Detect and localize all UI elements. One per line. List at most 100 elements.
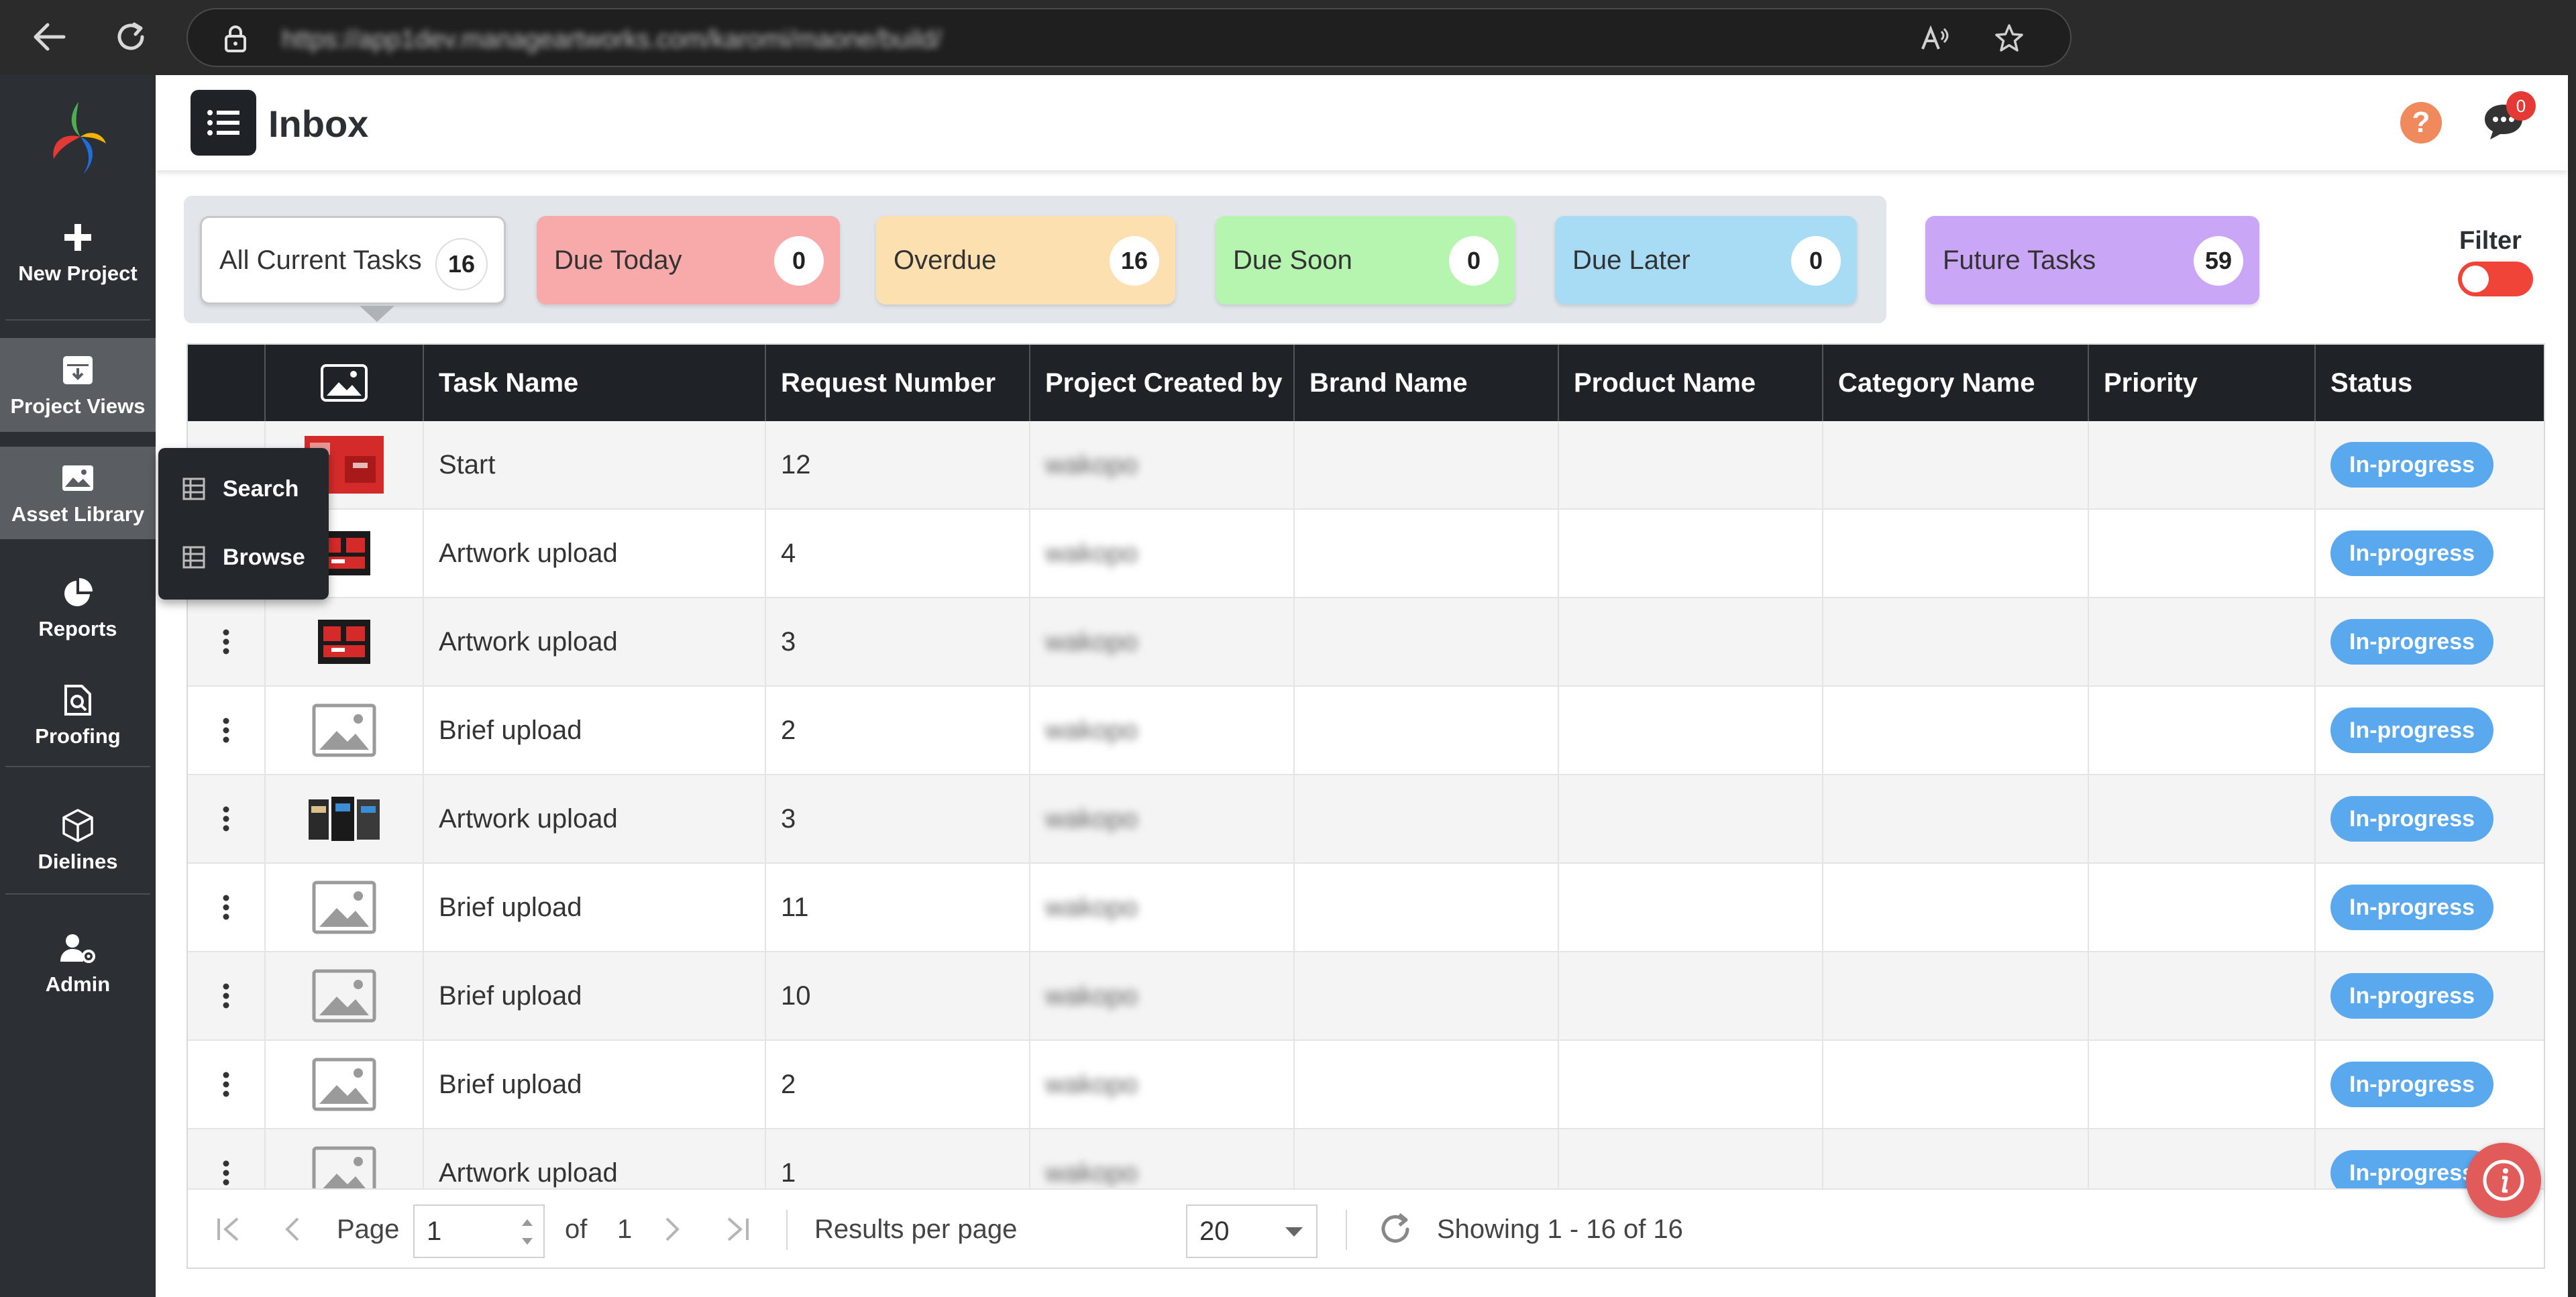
cell-priority [2089, 1041, 2316, 1128]
pagination-bar: Page 1 of 1 Results per page 20 Showing … [188, 1188, 2544, 1267]
last-page-icon[interactable] [722, 1190, 751, 1267]
reload-icon[interactable] [107, 13, 154, 60]
filter-toggle[interactable] [2458, 262, 2533, 296]
cell-category-name [1823, 510, 2089, 597]
sidebar-divider [5, 766, 150, 767]
tab-due-soon[interactable]: Due Soon 0 [1216, 216, 1515, 304]
flyout-item-browse[interactable]: Browse [158, 527, 329, 587]
sidebar-item-dielines[interactable]: Dielines [0, 790, 156, 891]
status-badge[interactable]: In-progress [2330, 619, 2494, 665]
sidebar-item-asset-library[interactable]: Asset Library [0, 447, 156, 539]
status-badge[interactable]: In-progress [2330, 1062, 2494, 1107]
cell-priority [2089, 510, 2316, 597]
star-favorite-icon[interactable] [1992, 21, 2026, 55]
tab-future-tasks[interactable]: Future Tasks 59 [1925, 216, 2259, 304]
header-status[interactable]: Status [2316, 345, 2544, 421]
row-menu-kebab-icon[interactable] [188, 775, 266, 862]
header-category-name[interactable]: Category Name [1823, 345, 2089, 421]
results-per-page-value: 20 [1199, 1216, 1230, 1246]
status-badge[interactable]: In-progress [2330, 530, 2494, 576]
cell-project-created-by-text: wakopo [1045, 892, 1138, 922]
cell-category-name [1823, 864, 2089, 951]
menu-toggle-button[interactable] [191, 90, 256, 156]
table-row[interactable]: Artwork upload 3 wakopo In-progress [188, 598, 2544, 687]
cell-project-created-by: wakopo [1030, 1041, 1295, 1128]
back-arrow-icon[interactable] [25, 13, 72, 60]
table-row[interactable]: Brief upload 10 wakopo In-progress [188, 952, 2544, 1041]
table-row[interactable]: Brief upload 11 wakopo In-progress [188, 864, 2544, 952]
main-content: Inbox ? 0 All Current Tasks 16 Due Today… [156, 75, 2568, 1297]
sidebar-item-label: Admin [45, 972, 111, 996]
status-badge[interactable]: In-progress [2330, 796, 2494, 842]
table-row[interactable]: Artwork upload 3 wakopo In-progress [188, 775, 2544, 864]
header-product-name[interactable]: Product Name [1559, 345, 1823, 421]
sidebar-item-admin[interactable]: Admin [0, 916, 156, 1010]
results-per-page-select[interactable]: 20 [1186, 1204, 1318, 1258]
image-placeholder-icon[interactable] [266, 687, 424, 774]
tab-due-today[interactable]: Due Today 0 [537, 216, 840, 304]
info-button[interactable] [2466, 1143, 2541, 1218]
header-project-created-by[interactable]: Project Created by [1030, 345, 1295, 421]
read-aloud-icon[interactable] [1919, 21, 1952, 55]
sidebar-item-label: Asset Library [11, 502, 145, 526]
row-menu-kebab-icon[interactable] [188, 598, 266, 685]
header-priority[interactable]: Priority [2089, 345, 2316, 421]
cell-request-number: 2 [766, 687, 1030, 774]
address-bar[interactable]: https://app1dev.manageartworks.com/karom… [186, 8, 2072, 67]
artwork-thumbnail[interactable] [266, 775, 424, 862]
cell-request-number-text: 3 [781, 626, 796, 657]
sidebar-item-new-project[interactable]: New Project [0, 219, 156, 306]
flyout-item-search[interactable]: Search [158, 459, 329, 519]
refresh-icon[interactable] [1378, 1190, 1413, 1267]
header-request-number[interactable]: Request Number [766, 345, 1030, 421]
cell-request-number: 12 [766, 421, 1030, 508]
header-brand-name[interactable]: Brand Name [1295, 345, 1559, 421]
table-row[interactable]: Artwork upload 4 wakopo In-progress [188, 510, 2544, 598]
sidebar-item-label: Reports [38, 617, 117, 640]
tab-label: Due Later [1572, 245, 1690, 275]
table-row[interactable]: Brief upload 2 wakopo In-progress [188, 1041, 2544, 1129]
table-row[interactable]: Brief upload 2 wakopo In-progress [188, 687, 2544, 775]
tab-due-later[interactable]: Due Later 0 [1555, 216, 1857, 304]
help-button[interactable]: ? [2400, 102, 2442, 144]
task-filter-tabs: All Current Tasks 16 Due Today 0 Overdue… [184, 196, 1886, 323]
cell-product-name [1559, 864, 1823, 951]
row-menu-kebab-icon[interactable] [188, 952, 266, 1039]
tab-label: All Current Tasks [219, 245, 422, 275]
sidebar-item-reports[interactable]: Reports [0, 561, 156, 655]
cell-status: In-progress [2316, 598, 2544, 685]
tab-overdue[interactable]: Overdue 16 [876, 216, 1175, 304]
status-badge[interactable]: In-progress [2330, 708, 2494, 753]
status-badge[interactable]: In-progress [2330, 885, 2494, 930]
artwork-thumbnail[interactable] [266, 598, 424, 685]
cell-project-created-by-text: wakopo [1045, 803, 1138, 834]
status-badge[interactable]: In-progress [2330, 973, 2494, 1019]
image-placeholder-icon[interactable] [266, 1041, 424, 1128]
cell-task-name: Brief upload [424, 687, 766, 774]
first-page-icon[interactable] [215, 1190, 244, 1267]
cell-category-name [1823, 687, 2089, 774]
status-badge[interactable]: In-progress [2330, 442, 2494, 488]
lock-icon [219, 21, 252, 55]
tab-all-current-tasks[interactable]: All Current Tasks 16 [200, 216, 506, 304]
user-gear-icon [58, 929, 98, 967]
cell-request-number: 3 [766, 598, 1030, 685]
sidebar-item-label: Proofing [35, 724, 121, 748]
chat-button[interactable]: 0 [2482, 91, 2536, 145]
row-menu-kebab-icon[interactable] [188, 687, 266, 774]
page-number-input[interactable]: 1 [413, 1204, 545, 1258]
row-menu-kebab-icon[interactable] [188, 864, 266, 951]
cell-project-created-by: wakopo [1030, 421, 1295, 508]
sidebar-item-project-views[interactable]: Project Views [0, 338, 156, 432]
app-logo[interactable] [42, 95, 115, 182]
row-menu-kebab-icon[interactable] [188, 1041, 266, 1128]
cell-task-name: Start [424, 421, 766, 508]
image-placeholder-icon[interactable] [266, 864, 424, 951]
previous-page-icon[interactable] [282, 1190, 302, 1267]
next-page-icon[interactable] [663, 1190, 683, 1267]
header-task-name[interactable]: Task Name [424, 345, 766, 421]
sidebar-item-proofing[interactable]: Proofing [0, 668, 156, 762]
showing-count: Showing 1 - 16 of 16 [1437, 1214, 1683, 1244]
image-placeholder-icon[interactable] [266, 952, 424, 1039]
table-row[interactable]: Start 12 wakopo In-progress [188, 421, 2544, 510]
